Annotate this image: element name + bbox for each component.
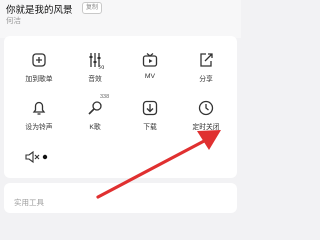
volume-mute-icon [25,150,48,164]
action-menu-card: 加到歌单 sq 音效 MV 分享 设为铃声 338 K歌 下载 定时关闭 [4,36,237,178]
menu-item-label: 定时关闭 [192,124,220,131]
mv-icon [142,53,158,67]
menu-item-label: MV [144,73,156,80]
equalizer-icon: sq [89,53,105,70]
copy-button[interactable]: 复制 [82,2,102,14]
svg-text:sq: sq [99,65,105,70]
song-title: 你就是我的风景 [6,5,73,16]
ringtone-icon [32,101,46,115]
tools-section: 实用工具 [4,183,237,213]
karaoke-icon [88,101,102,115]
menu-item-set-ringtone[interactable]: 设为铃声 [14,99,64,131]
menu-item-label: 设为铃声 [25,124,53,131]
menu-item-karaoke[interactable]: 338 K歌 [70,94,120,131]
menu-item-mv[interactable]: MV [125,51,175,80]
karaoke-count-badge: 338 [100,94,110,100]
menu-item-label: K歌 [89,124,101,131]
menu-item-add-to-playlist[interactable]: 加到歌单 [14,51,64,83]
volume-control[interactable] [24,149,64,165]
download-icon [142,100,158,116]
menu-item-sound-effect[interactable]: sq 音效 [70,51,120,83]
add-to-playlist-icon [32,53,46,67]
share-icon [200,53,213,67]
menu-item-sleep-timer[interactable]: 定时关闭 [181,99,231,131]
artist-name: 何洁 [6,16,21,25]
menu-item-label: 下载 [143,124,157,131]
song-header: 你就是我的风景 复制 何洁 [0,0,241,38]
menu-item-label: 加到歌单 [25,76,53,83]
menu-item-download[interactable]: 下载 [125,99,175,131]
timer-clock-icon [198,100,214,116]
tools-title: 实用工具 [14,198,44,207]
menu-item-label: 音效 [88,76,102,83]
menu-item-label: 分享 [199,76,213,83]
menu-item-share[interactable]: 分享 [181,51,231,83]
volume-slider-knob[interactable] [42,154,48,160]
